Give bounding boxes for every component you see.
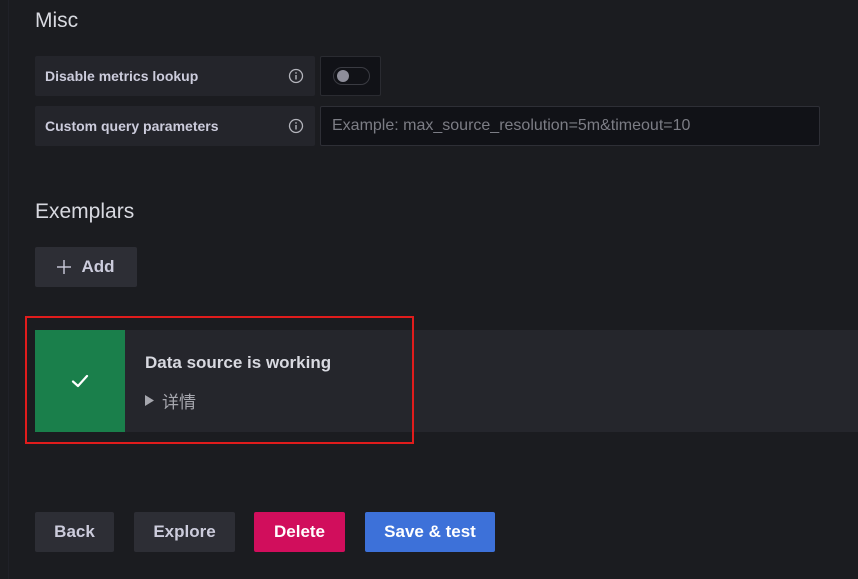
alert-title: Data source is working [145,353,332,372]
info-icon[interactable] [288,68,304,84]
check-icon [71,374,89,388]
disable-metrics-lookup-toggle-wrapper [320,56,381,96]
add-exemplar-button[interactable]: Add [35,247,137,287]
explore-button[interactable]: Explore [134,512,235,552]
alert-details-label: 详情 [162,393,196,412]
plus-icon [57,260,72,274]
disable-metrics-lookup-label: Disable metrics lookup [35,56,315,96]
toggle-knob [337,70,349,82]
custom-query-parameters-label: Custom query parameters [35,106,315,146]
save-and-test-button[interactable]: Save & test [365,512,495,552]
alert-icon-box [35,330,125,432]
misc-section-title: Misc [35,9,79,32]
caret-right-icon [145,395,154,406]
alert-details-toggle[interactable]: 详情 [145,388,196,413]
add-exemplar-label: Add [81,257,115,276]
back-button[interactable]: Back [35,512,114,552]
disable-metrics-lookup-label-text: Disable metrics lookup [45,68,199,84]
custom-query-parameters-label-text: Custom query parameters [45,118,219,134]
left-divider [8,0,9,579]
disable-metrics-lookup-toggle[interactable] [333,67,370,85]
info-icon[interactable] [288,118,304,134]
exemplars-section-title: Exemplars [35,200,135,223]
custom-query-parameters-input[interactable] [320,106,820,146]
datasource-status-alert: Data source is working 详情 [35,330,858,432]
delete-button[interactable]: Delete [254,512,345,552]
